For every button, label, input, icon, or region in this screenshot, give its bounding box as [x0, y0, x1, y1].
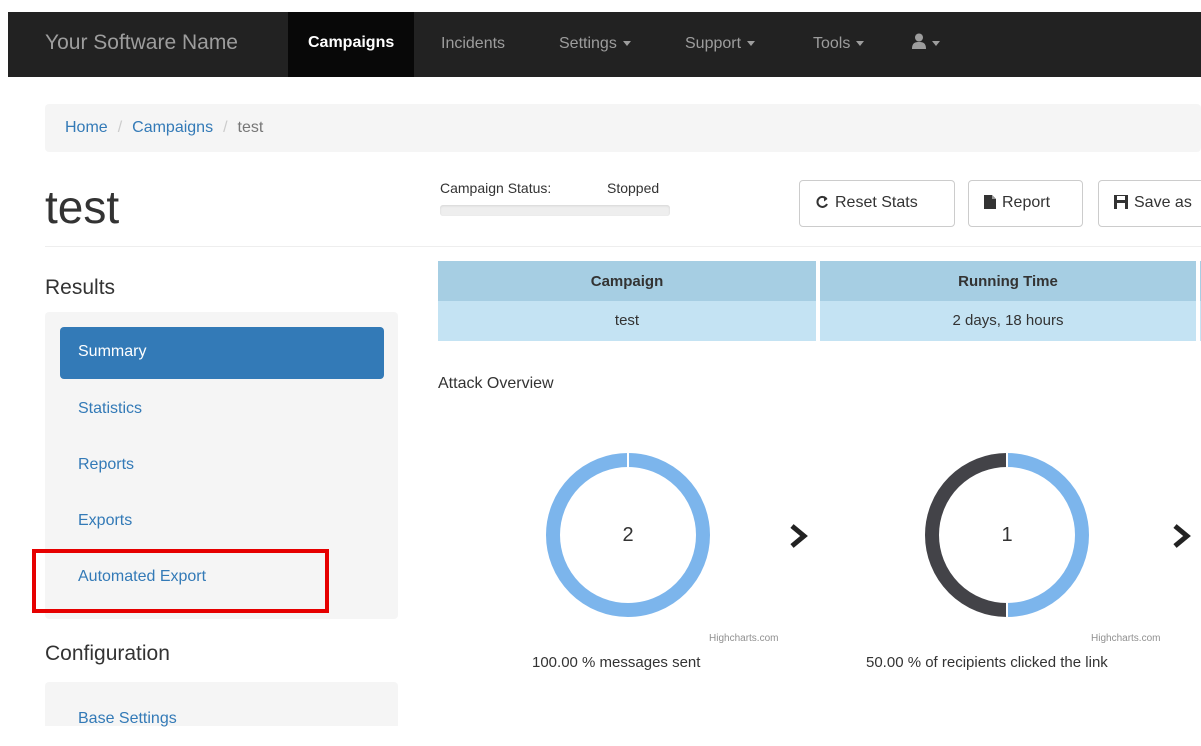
breadcrumb-current: test	[237, 119, 264, 136]
table-cell-campaign: test	[438, 301, 816, 341]
chart-caption-messages-sent: 100.00 % messages sent	[532, 654, 701, 671]
caret-down-icon	[747, 41, 756, 47]
campaign-status-progress	[440, 205, 670, 216]
sidebar-item-statistics[interactable]: Statistics	[60, 384, 384, 436]
file-icon	[984, 195, 996, 209]
page-title: test	[45, 181, 120, 233]
caret-down-icon	[856, 41, 865, 47]
nav-tools[interactable]: Tools	[813, 35, 865, 53]
table-header-campaign: Campaign	[438, 261, 816, 301]
save-as-label: Save as	[1134, 194, 1192, 211]
chevron-right-icon	[789, 523, 809, 554]
highcharts-credit[interactable]: Highcharts.com	[1091, 633, 1160, 644]
table-header-running-time: Running Time	[820, 261, 1196, 301]
chart-caption-clicked-link: 50.00 % of recipients clicked the link	[866, 654, 1108, 671]
floppy-disk-icon	[1114, 195, 1128, 209]
donut-value: 1	[1001, 524, 1013, 546]
breadcrumb-campaigns[interactable]: Campaigns	[132, 119, 213, 136]
campaign-status-value: Stopped	[607, 180, 660, 196]
results-heading: Results	[45, 276, 116, 299]
breadcrumb: Home / Campaigns / test	[45, 104, 1201, 152]
attack-overview-title: Attack Overview	[438, 375, 554, 392]
reset-stats-button[interactable]: Reset Stats	[799, 180, 955, 227]
breadcrumb-separator: /	[223, 119, 228, 136]
nav-support[interactable]: Support	[685, 35, 756, 53]
donut-value: 2	[622, 524, 634, 546]
highlight-annotation	[32, 549, 329, 613]
campaign-stats-table: Campaign Running Time test 2 days, 18 ho…	[438, 261, 1201, 341]
caret-down-icon	[622, 41, 631, 47]
top-navbar: Your Software Name Campaigns Incidents S…	[8, 12, 1201, 77]
sidebar-item-base-settings[interactable]: Base Settings	[60, 694, 384, 746]
nav-support-label: Support	[685, 35, 742, 52]
caret-down-icon	[932, 41, 940, 46]
report-button[interactable]: Report	[968, 180, 1083, 227]
nav-campaigns[interactable]: Campaigns	[288, 12, 415, 77]
breadcrumb-separator: /	[117, 119, 123, 136]
nav-tools-label: Tools	[813, 35, 851, 52]
highcharts-credit[interactable]: Highcharts.com	[709, 633, 778, 644]
configuration-menu: Base Settings	[45, 682, 398, 727]
sidebar-item-exports[interactable]: Exports	[60, 496, 384, 548]
reset-stats-label: Reset Stats	[835, 194, 918, 211]
nav-user-menu[interactable]	[912, 33, 940, 54]
donut-chart-messages-sent: 2	[541, 448, 715, 622]
divider	[45, 246, 1201, 247]
nav-incidents[interactable]: Incidents	[441, 35, 505, 53]
breadcrumb-home[interactable]: Home	[65, 119, 108, 136]
chevron-right-icon	[1172, 523, 1192, 554]
save-as-button[interactable]: Save as	[1098, 180, 1201, 227]
user-icon	[912, 33, 926, 54]
sidebar-item-reports[interactable]: Reports	[60, 440, 384, 492]
donut-chart-clicked-link: 1	[920, 448, 1094, 622]
brand-name[interactable]: Your Software Name	[45, 31, 238, 55]
table-cell-running-time: 2 days, 18 hours	[820, 301, 1196, 341]
campaign-status-label: Campaign Status:	[440, 180, 552, 196]
sidebar-item-summary[interactable]: Summary	[60, 327, 384, 379]
refresh-icon	[816, 195, 828, 208]
nav-settings-label: Settings	[559, 35, 617, 52]
report-label: Report	[1002, 194, 1051, 211]
nav-settings[interactable]: Settings	[559, 35, 631, 53]
configuration-heading: Configuration	[45, 642, 170, 665]
